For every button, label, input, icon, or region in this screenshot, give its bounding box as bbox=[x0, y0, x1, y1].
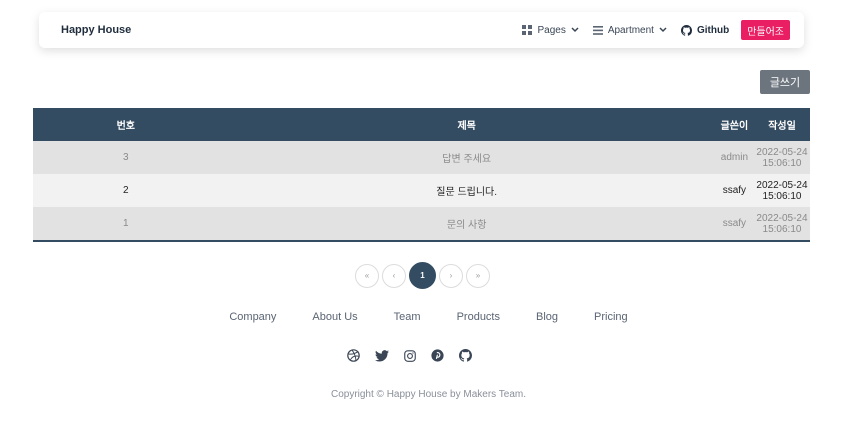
page-current-button[interactable]: 1 bbox=[409, 262, 436, 289]
nav-item-label: Apartment bbox=[607, 24, 654, 36]
footer-link-team[interactable]: Team bbox=[394, 311, 421, 323]
footer-link-about-us[interactable]: About Us bbox=[312, 311, 357, 323]
row-title[interactable]: 답변 주세요 bbox=[219, 141, 715, 174]
table-row[interactable]: 3 답변 주세요 admin 2022-05-24 15:06:10 bbox=[33, 141, 810, 174]
dribbble-icon[interactable] bbox=[346, 348, 361, 363]
page-last-button[interactable]: » bbox=[466, 263, 490, 288]
board-table: 번호 제목 글쓴이 작성일 3 답변 주세요 admin 2022-05-24 … bbox=[33, 108, 810, 242]
github-icon bbox=[680, 24, 692, 36]
page-first-button[interactable]: « bbox=[355, 263, 379, 288]
nav-item-label: Github bbox=[696, 24, 730, 36]
page-next-button[interactable]: › bbox=[439, 263, 463, 288]
page-prev-button[interactable]: ‹ bbox=[382, 263, 406, 288]
nav-item-github[interactable]: Github bbox=[680, 24, 730, 36]
footer-link-company[interactable]: Company bbox=[229, 311, 276, 323]
row-date: 2022-05-24 15:06:10 bbox=[756, 179, 808, 202]
twitter-icon[interactable] bbox=[374, 348, 389, 363]
pagination: « ‹ 1 › » bbox=[355, 262, 490, 289]
row-author: ssafy bbox=[714, 207, 754, 242]
nav-item-label: Pages bbox=[537, 24, 566, 36]
row-number: 1 bbox=[33, 207, 219, 242]
table-row[interactable]: 1 문의 사항 ssafy 2022-05-24 15:06:10 bbox=[33, 207, 810, 242]
column-header-author: 글쓴이 bbox=[720, 121, 749, 132]
brand-logo[interactable]: Happy House bbox=[61, 24, 131, 36]
nav-menu: Pages Apartment Github 만들어조 bbox=[522, 20, 790, 40]
row-title[interactable]: 질문 드립니다. bbox=[219, 174, 715, 207]
footer-link-products[interactable]: Products bbox=[457, 311, 500, 323]
nav-item-apartment[interactable]: Apartment bbox=[592, 24, 667, 36]
write-post-button[interactable]: 글쓰기 bbox=[760, 70, 810, 94]
row-date: 2022-05-24 15:06:10 bbox=[756, 146, 808, 169]
row-number: 3 bbox=[122, 152, 129, 163]
make-button[interactable]: 만들어조 bbox=[741, 20, 790, 40]
nav-item-pages[interactable]: Pages bbox=[522, 24, 579, 36]
row-title[interactable]: 문의 사항 bbox=[218, 207, 715, 242]
instagram-icon[interactable] bbox=[402, 348, 417, 363]
row-author: admin bbox=[720, 152, 749, 163]
chevron-down-icon bbox=[659, 27, 667, 33]
copyright-text: Copyright © Happy House by Makers Team. bbox=[330, 389, 527, 400]
grid-icon bbox=[522, 25, 533, 35]
github-icon[interactable] bbox=[458, 348, 473, 363]
social-links bbox=[346, 348, 473, 363]
footer-links: Company About Us Team Products Blog Pric… bbox=[0, 311, 857, 323]
footer-link-blog[interactable]: Blog bbox=[536, 311, 558, 323]
top-navbar: Happy House Pages Apartment Github 만들어조 bbox=[39, 12, 804, 48]
column-header-date: 작성일 bbox=[768, 121, 796, 132]
table-row[interactable]: 2 질문 드립니다. ssafy 2022-05-24 15:06:10 bbox=[33, 174, 810, 207]
row-author: ssafy bbox=[722, 185, 747, 196]
column-header-number: 번호 bbox=[116, 121, 135, 132]
pinterest-icon[interactable] bbox=[430, 348, 445, 363]
footer-link-pricing[interactable]: Pricing bbox=[594, 311, 628, 323]
table-header-row: 번호 제목 글쓴이 작성일 bbox=[33, 108, 810, 141]
row-number: 2 bbox=[122, 185, 129, 196]
column-header-title: 제목 bbox=[457, 121, 476, 132]
list-icon bbox=[592, 25, 603, 35]
row-date: 2022-05-24 15:06:10 bbox=[753, 207, 810, 242]
chevron-down-icon bbox=[571, 27, 579, 33]
